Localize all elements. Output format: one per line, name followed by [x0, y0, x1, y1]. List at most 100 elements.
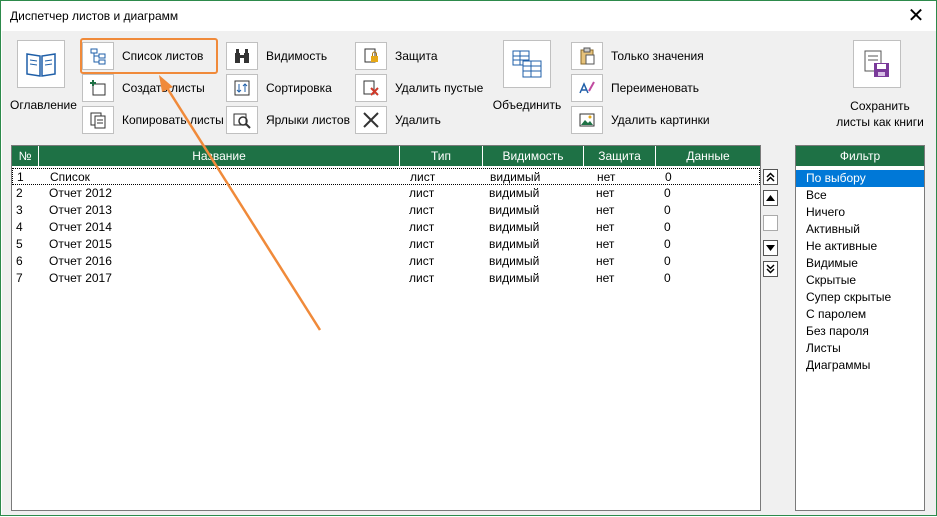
window-title: Диспетчер листов и диаграмм	[10, 9, 179, 23]
filter-item[interactable]: Диаграммы	[796, 357, 924, 374]
picture-icon	[571, 106, 603, 134]
cell-data: 0	[664, 254, 671, 268]
column-header-number[interactable]: №	[12, 146, 39, 166]
cell-protection: нет	[596, 186, 615, 200]
clipboard-icon	[571, 42, 603, 70]
save-icon	[864, 50, 889, 77]
delete-empty-button[interactable]: Удалить пустые	[355, 74, 483, 102]
cell-data: 0	[664, 203, 671, 217]
scroll-down-button[interactable]	[763, 240, 778, 256]
sorting-button[interactable]: Сортировка	[226, 74, 332, 102]
cell-protection: нет	[596, 271, 615, 285]
scroll-up-button[interactable]	[763, 190, 778, 206]
cell-name: Отчет 2013	[49, 203, 112, 217]
cell-num: 1	[17, 170, 24, 184]
scroll-thumb[interactable]	[763, 215, 778, 231]
sheets-table[interactable]: № Название Тип Видимость Защита Данные 1…	[11, 145, 761, 511]
cell-data: 0	[664, 186, 671, 200]
filter-item[interactable]: Ничего	[796, 204, 924, 221]
sort-icon	[226, 74, 258, 102]
cell-name: Отчет 2014	[49, 220, 112, 234]
cell-protection: нет	[597, 170, 616, 184]
visibility-label: Видимость	[266, 49, 328, 63]
delete-pictures-label: Удалить картинки	[611, 113, 710, 127]
cell-num: 4	[16, 220, 23, 234]
double-chevron-down-icon	[766, 264, 775, 274]
contents-button[interactable]	[17, 40, 65, 88]
filter-item[interactable]: Листы	[796, 340, 924, 357]
cell-name: Отчет 2016	[49, 254, 112, 268]
filter-list[interactable]: Фильтр По выбору Все Ничего Активный Не акти…	[795, 145, 925, 511]
triangle-up-icon	[766, 195, 775, 201]
filter-item[interactable]: Активный	[796, 221, 924, 238]
cell-visibility: видимый	[489, 203, 540, 217]
sheet-tabs-label: Ярлыки листов	[266, 113, 350, 127]
copy-icon	[82, 106, 114, 134]
cell-name: Отчет 2015	[49, 237, 112, 251]
sheet-tabs-button[interactable]: Ярлыки листов	[226, 106, 350, 134]
cell-type: лист	[410, 170, 436, 184]
save-as-books-button[interactable]	[853, 40, 901, 88]
cell-visibility: видимый	[490, 170, 541, 184]
merge-button[interactable]	[503, 40, 551, 88]
filter-item[interactable]: Скрытые	[796, 272, 924, 289]
table-row[interactable]: 7 Отчет 2017 лист видимый нет 0	[12, 270, 760, 287]
protection-button[interactable]: Защита	[355, 42, 438, 70]
table-header: № Название Тип Видимость Защита Данные	[12, 146, 760, 166]
table-row[interactable]: 4 Отчет 2014 лист видимый нет 0	[12, 219, 760, 236]
table-row[interactable]: 6 Отчет 2016 лист видимый нет 0	[12, 253, 760, 270]
cell-data: 0	[664, 220, 671, 234]
visibility-button[interactable]: Видимость	[226, 42, 327, 70]
table-row[interactable]: 1 Список лист видимый нет 0	[12, 168, 760, 185]
filter-item[interactable]: Супер скрытые	[796, 289, 924, 306]
cell-data: 0	[664, 237, 671, 251]
cell-visibility: видимый	[489, 271, 540, 285]
delete-pictures-button[interactable]: Удалить картинки	[571, 106, 710, 134]
table-row[interactable]: 3 Отчет 2013 лист видимый нет 0	[12, 202, 760, 219]
delete-empty-label: Удалить пустые	[395, 81, 484, 95]
sheet-list-button[interactable]: Список листов	[82, 42, 203, 70]
close-icon[interactable]: ✕	[904, 4, 928, 28]
column-header-name[interactable]: Название	[39, 146, 400, 166]
filter-item[interactable]: Не активные	[796, 238, 924, 255]
double-chevron-up-icon	[766, 172, 775, 182]
cell-visibility: видимый	[489, 254, 540, 268]
column-header-type[interactable]: Тип	[400, 146, 483, 166]
values-only-button[interactable]: Только значения	[571, 42, 704, 70]
sheet-manager-dialog: Диспетчер листов и диаграмм ✕ Оглавление…	[0, 0, 937, 516]
cell-type: лист	[409, 254, 435, 268]
table-row[interactable]: 5 Отчет 2015 лист видимый нет 0	[12, 236, 760, 253]
table-scroll-controls	[763, 169, 779, 281]
delete-empty-icon	[355, 74, 387, 102]
filter-item[interactable]: С паролем	[796, 306, 924, 323]
create-sheets-button[interactable]: Создать листы	[82, 74, 205, 102]
column-header-protection[interactable]: Защита	[584, 146, 656, 166]
lock-icon	[355, 42, 387, 70]
filter-item[interactable]: По выбору	[796, 170, 924, 187]
sorting-label: Сортировка	[266, 81, 332, 95]
cell-data: 0	[665, 170, 672, 184]
cell-protection: нет	[596, 220, 615, 234]
scroll-bottom-button[interactable]	[763, 261, 778, 277]
values-only-label: Только значения	[611, 49, 704, 63]
rename-icon	[571, 74, 603, 102]
cell-protection: нет	[596, 203, 615, 217]
scroll-top-button[interactable]	[763, 169, 778, 185]
column-header-visibility[interactable]: Видимость	[483, 146, 584, 166]
delete-button[interactable]: Удалить	[355, 106, 441, 134]
table-row[interactable]: 2 Отчет 2012 лист видимый нет 0	[12, 185, 760, 202]
filter-item[interactable]: Без пароля	[796, 323, 924, 340]
cell-protection: нет	[596, 254, 615, 268]
save-as-books-label: Сохранить листы как книги	[832, 98, 928, 130]
cell-visibility: видимый	[489, 237, 540, 251]
copy-sheets-button[interactable]: Копировать листы	[82, 106, 224, 134]
cell-type: лист	[409, 237, 435, 251]
cell-type: лист	[409, 203, 435, 217]
create-sheets-label: Создать листы	[122, 81, 205, 95]
rename-button[interactable]: Переименовать	[571, 74, 699, 102]
title-bar: Диспетчер листов и диаграмм ✕	[1, 1, 936, 31]
copy-sheets-label: Копировать листы	[122, 113, 224, 127]
filter-item[interactable]: Видимые	[796, 255, 924, 272]
column-header-data[interactable]: Данные	[656, 146, 760, 166]
filter-item[interactable]: Все	[796, 187, 924, 204]
